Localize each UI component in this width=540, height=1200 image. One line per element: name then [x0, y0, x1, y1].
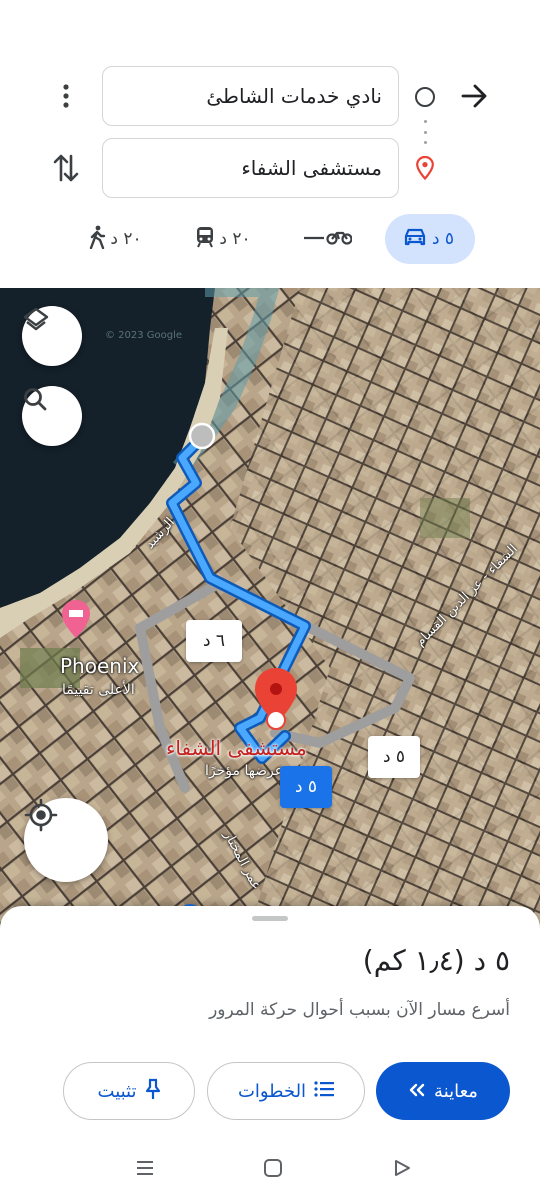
directions-screen: نادي خدمات الشاطئ مستشفى الشفاء ٥ د ٢٠ د…: [0, 0, 540, 1200]
preview-button[interactable]: معاينة: [376, 1062, 510, 1120]
route-summary: ٥ د (١٫٤ كم): [362, 944, 510, 977]
car-icon: [402, 227, 428, 252]
poi-phoenix-rating: الأعلى تقييمًا: [62, 682, 135, 698]
home-icon[interactable]: [261, 1156, 285, 1180]
motorcycle-icon: [302, 228, 353, 251]
steps-button[interactable]: الخطوات: [207, 1062, 365, 1120]
swap-icon[interactable]: [50, 150, 82, 186]
route-dots-icon: [423, 120, 427, 144]
travel-mode-tabs: ٥ د ٢٠ د ٢٠ د: [0, 214, 540, 266]
sheet-drag-handle[interactable]: [252, 916, 288, 921]
list-icon: [314, 1080, 335, 1102]
tab-driving[interactable]: ٥ د: [385, 214, 475, 264]
tab-walking[interactable]: ٢٠ د: [72, 214, 162, 264]
tab-transit[interactable]: ٢٠ د: [180, 214, 270, 264]
steps-label: الخطوات: [237, 1080, 307, 1102]
layers-button[interactable]: [22, 306, 82, 366]
preview-label: معاينة: [434, 1080, 478, 1102]
origin-field[interactable]: نادي خدمات الشاطئ: [102, 66, 399, 126]
more-options-icon[interactable]: [54, 82, 78, 110]
double-chevron-icon: [408, 1081, 426, 1102]
destination-field[interactable]: مستشفى الشفاء: [102, 138, 399, 198]
back-icon[interactable]: [390, 1156, 414, 1180]
poi-phoenix-name[interactable]: Phoenix: [60, 654, 139, 678]
train-icon: [195, 226, 215, 253]
map-view[interactable]: © 2023 Google Phoenix الأعلى تقييمًا مست…: [0, 288, 540, 928]
walking-icon: [88, 225, 106, 254]
destination-pin-icon: [414, 155, 436, 181]
tab-driving-label: ٥ د: [431, 229, 455, 249]
tab-motorcycle[interactable]: [292, 214, 362, 264]
my-location-button[interactable]: [24, 798, 108, 882]
destination-map-label[interactable]: مستشفى الشفاء: [166, 736, 307, 760]
pin-button[interactable]: تثبيت: [63, 1062, 195, 1120]
back-arrow-icon[interactable]: [456, 80, 492, 112]
directions-header: نادي خدمات الشاطئ مستشفى الشفاء ٥ د ٢٠ د…: [0, 0, 540, 288]
map-copyright: © 2023 Google: [105, 330, 183, 341]
pin-label: تثبيت: [97, 1080, 137, 1102]
route-alt-label-1[interactable]: ٦ د: [186, 620, 242, 662]
origin-circle-icon: [415, 87, 435, 107]
route-main-label[interactable]: ٥ د: [280, 766, 332, 808]
search-along-route-button[interactable]: [22, 386, 82, 446]
destination-map-sublabel: عرضها مؤخرًا: [205, 763, 284, 779]
origin-text: نادي خدمات الشاطئ: [206, 84, 382, 108]
destination-text: مستشفى الشفاء: [241, 156, 382, 180]
route-alt-label-2[interactable]: ٥ د: [368, 736, 420, 778]
tab-transit-label: ٢٠ د: [219, 229, 251, 249]
route-summary-note: أسرع مسار الآن بسبب أحوال حركة المرور: [209, 1000, 510, 1020]
recents-icon[interactable]: [133, 1156, 157, 1180]
system-navigation-bar: [0, 1140, 540, 1200]
tab-walking-label: ٢٠ د: [110, 229, 142, 249]
pin-icon: [145, 1078, 161, 1105]
